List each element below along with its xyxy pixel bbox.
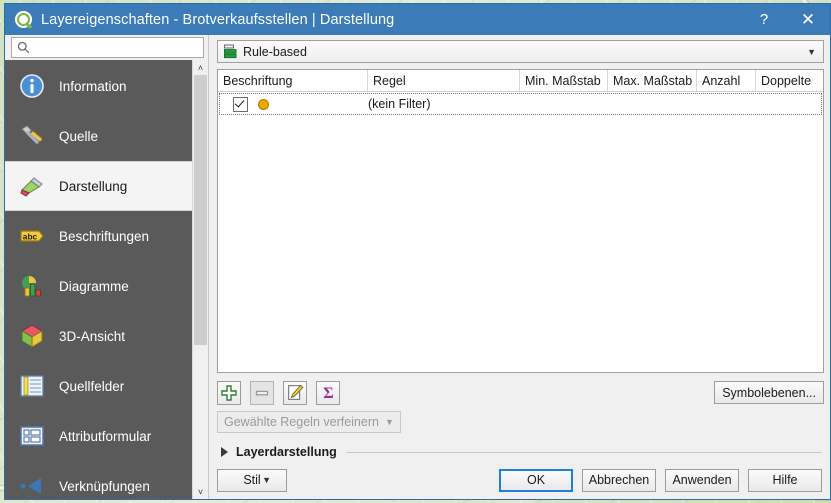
help-button[interactable]: ? [742, 4, 786, 35]
sidebar-item-label: Beschriftungen [59, 228, 150, 244]
refine-row: Gewählte Regeln verfeinern ▼ [217, 411, 824, 433]
triangle-right-icon[interactable] [221, 447, 228, 457]
apply-button[interactable]: Anwenden [665, 468, 739, 492]
labels-abc-icon: abc [17, 221, 47, 251]
sidebar-item-verknuepfungen[interactable]: Verknüpfungen [5, 461, 192, 499]
sidebar-item-label: Information [59, 78, 127, 94]
scrollbar-track[interactable] [193, 75, 208, 484]
sidebar-nav-clip: Information Quelle Darstellung abc Besch… [5, 60, 208, 499]
dialog-body: Information Quelle Darstellung abc Besch… [5, 35, 830, 499]
search-icon [17, 41, 30, 54]
qgis-logo-icon [15, 11, 32, 28]
rule-filter-cell[interactable]: (kein Filter) [368, 94, 520, 114]
sidebar: Information Quelle Darstellung abc Besch… [5, 35, 209, 499]
rule-enabled-checkbox[interactable] [233, 96, 248, 112]
remove-rule-button[interactable] [250, 380, 274, 405]
add-rule-button[interactable] [217, 380, 241, 405]
diagrams-chart-icon [17, 271, 47, 301]
style-button-label: Stil [243, 473, 261, 487]
refine-button-label: Gewählte Regeln verfeinern [224, 415, 379, 429]
rules-toolbar: Σ Symbolebenen... [217, 380, 824, 405]
column-header-anzahl[interactable]: Anzahl [697, 70, 756, 91]
ok-button[interactable]: OK [499, 468, 573, 492]
column-header-min-massstab[interactable]: Min. Maßstab [520, 70, 608, 91]
column-header-beschriftung[interactable]: Beschriftung [218, 70, 368, 91]
source-fields-icon [17, 371, 47, 401]
refine-selected-rules-button[interactable]: Gewählte Regeln verfeinern ▼ [217, 411, 401, 433]
symbology-brush-icon [17, 171, 47, 201]
sidebar-item-label: Verknüpfungen [59, 478, 150, 494]
sidebar-item-label: 3D-Ansicht [59, 328, 126, 344]
window-title: Layereigenschaften - Brotverkaufsstellen… [41, 11, 395, 28]
renderer-type-combobox[interactable]: Rule-based ▼ [217, 40, 824, 63]
sidebar-item-label: Attributformular [59, 428, 152, 444]
sidebar-item-label: Darstellung [59, 178, 128, 194]
column-header-max-massstab[interactable]: Max. Maßstab [608, 70, 697, 91]
sidebar-item-quellfelder[interactable]: Quellfelder [5, 361, 192, 411]
rule-label-cell[interactable] [220, 94, 368, 114]
sidebar-item-label: Quellfelder [59, 378, 125, 394]
rule-count-cell[interactable] [697, 94, 756, 114]
layer-rendering-label: Layerdarstellung [236, 445, 337, 459]
section-divider [345, 451, 822, 453]
rules-table[interactable]: Beschriftung Regel Min. Maßstab Max. Maß… [217, 69, 824, 373]
layer-rendering-section[interactable]: Layerdarstellung [217, 443, 824, 461]
table-row[interactable]: (kein Filter) [219, 93, 822, 115]
close-icon[interactable]: ✕ [786, 4, 830, 35]
source-wrench-icon [17, 121, 47, 151]
dialog-footer: Stil ▼ OK Abbrechen Anwenden Hilfe [217, 461, 824, 499]
search-box[interactable] [11, 37, 204, 58]
edit-rule-button[interactable] [283, 380, 307, 405]
cancel-button[interactable]: Abbrechen [582, 468, 656, 492]
sidebar-nav-list: Information Quelle Darstellung abc Besch… [5, 60, 192, 499]
attribute-form-icon [17, 421, 47, 451]
joins-icon [17, 471, 47, 499]
sidebar-item-diagramme[interactable]: Diagramme [5, 261, 192, 311]
scroll-up-icon[interactable]: ˄ [193, 60, 208, 75]
rule-duplicates-cell[interactable] [756, 94, 821, 114]
rules-table-header: Beschriftung Regel Min. Maßstab Max. Maß… [218, 70, 823, 92]
renderer-type-value: Rule-based [243, 44, 307, 59]
style-button[interactable]: Stil ▼ [217, 468, 287, 492]
sidebar-item-darstellung[interactable]: Darstellung [5, 161, 192, 211]
screen: Layereigenschaften - Brotverkaufsstellen… [0, 0, 831, 503]
information-icon [17, 71, 47, 101]
layer-properties-dialog: Layereigenschaften - Brotverkaufsstellen… [4, 3, 831, 500]
sidebar-search-area [5, 35, 208, 60]
sigma-count-icon: Σ [323, 385, 333, 401]
sidebar-item-quelle[interactable]: Quelle [5, 111, 192, 161]
chevron-down-icon[interactable]: ▼ [262, 475, 276, 485]
search-input[interactable] [34, 38, 203, 57]
rule-max-scale-cell[interactable] [608, 94, 697, 114]
sidebar-item-label: Diagramme [59, 278, 129, 294]
chevron-down-icon: ▼ [384, 417, 394, 427]
sidebar-item-3d-ansicht[interactable]: 3D-Ansicht [5, 311, 192, 361]
scrollbar-thumb[interactable] [194, 75, 207, 345]
add-plus-icon [221, 384, 237, 401]
rule-symbol-swatch[interactable] [258, 98, 269, 110]
rule-min-scale-cell[interactable] [520, 94, 608, 114]
edit-pencil-icon [287, 384, 304, 401]
titlebar[interactable]: Layereigenschaften - Brotverkaufsstellen… [5, 4, 830, 35]
sidebar-scrollbar[interactable]: ˄ ˅ [192, 60, 208, 499]
column-header-doppelte[interactable]: Doppelte [756, 70, 823, 91]
rules-table-body: (kein Filter) [218, 92, 823, 372]
column-header-regel[interactable]: Regel [368, 70, 520, 91]
help-button-footer[interactable]: Hilfe [748, 468, 822, 492]
sidebar-item-information[interactable]: Information [5, 61, 192, 111]
sidebar-item-label: Quelle [59, 128, 99, 144]
scroll-down-icon[interactable]: ˅ [193, 484, 208, 499]
count-features-button[interactable]: Σ [316, 380, 340, 405]
svg-text:abc: abc [23, 231, 38, 241]
main-panel: Rule-based ▼ Beschriftung Regel Min. Maß… [209, 35, 830, 499]
3d-view-cube-icon [17, 321, 47, 351]
rule-based-icon [224, 44, 237, 59]
sidebar-item-beschriftungen[interactable]: abc Beschriftungen [5, 211, 192, 261]
symbol-levels-button[interactable]: Symbolebenen... [714, 381, 824, 404]
chevron-down-icon[interactable]: ▼ [807, 47, 821, 57]
svg-text:Σ: Σ [323, 385, 333, 401]
sidebar-item-attributformular[interactable]: Attributformular [5, 411, 192, 461]
remove-minus-icon [255, 390, 269, 395]
